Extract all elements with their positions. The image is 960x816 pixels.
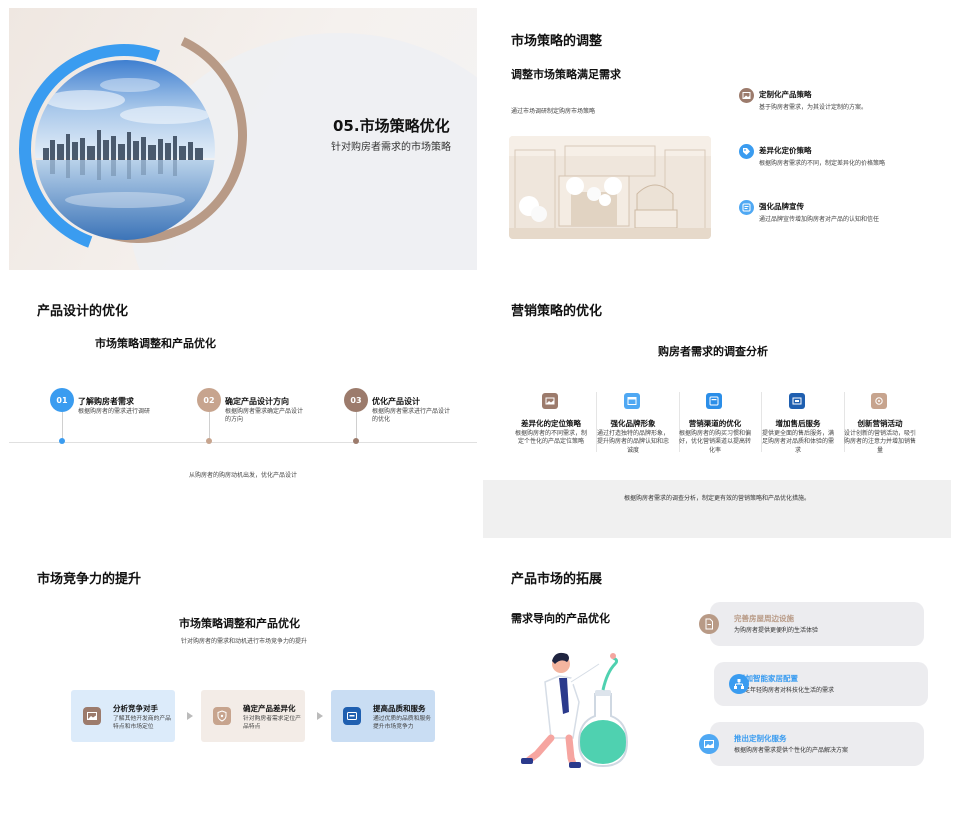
- image-icon: [83, 707, 101, 725]
- step-desc: 根据购房者需求确定产品设计的方向: [225, 408, 304, 424]
- card-desc: 了解其他开发商的产品特点和市场定位: [113, 716, 171, 731]
- slide-subtitle: 调整市场策略满足需求: [511, 68, 621, 81]
- price-tag-icon: [739, 144, 754, 159]
- column-name: 增加售后服务: [775, 419, 821, 428]
- column-name: 创新营销活动: [857, 419, 903, 428]
- feature-name: 推出定制化服务: [734, 734, 787, 743]
- card-name: 分析竞争对手: [113, 704, 158, 713]
- slide-marketing-strategy: 营销策略的优化 购房者需求的调查分析 差异化的定位策略 根据购房者的不同需求，制…: [483, 280, 951, 542]
- timeline-stem: [208, 412, 210, 440]
- column-desc: 根据购房者的购买习惯和偏好，优化营销渠道以提高转化率: [678, 430, 751, 454]
- slide-subtitle: 市场策略调整和产品优化: [179, 617, 300, 630]
- card-desc: 针对购房者需求定位产品特点: [243, 716, 301, 731]
- strategy-name: 强化品牌宣传: [759, 202, 804, 211]
- timeline-dot: [59, 438, 65, 444]
- cover-title: 05.市场策略优化: [333, 117, 450, 135]
- service-icon: [789, 393, 805, 409]
- step-number: 01: [50, 388, 74, 412]
- scientist-illustration: [515, 642, 635, 772]
- analysis-column: 创新营销活动 设计创新的营销活动，吸引购房者的注意力并增加销售量: [838, 390, 922, 465]
- column-name: 差异化的定位策略: [521, 419, 581, 428]
- slide-subtitle: 需求导向的产品优化: [511, 612, 610, 625]
- interior-photo: [509, 136, 711, 239]
- process-card: 提高品质和服务 通过优质的品质和服务提升市场竞争力: [331, 690, 435, 742]
- slide-subtitle: 购房者需求的调查分析: [658, 345, 768, 358]
- card-name: 确定产品差异化: [243, 704, 296, 713]
- arrow-right-icon: [187, 712, 193, 720]
- channel-icon: [706, 393, 722, 409]
- image-icon: [739, 88, 754, 103]
- feature-desc: 为购房者提供更便利的生活体验: [734, 627, 819, 634]
- timeline-step: 03 优化产品设计 根据购房者需求进行产品设计的优化: [344, 388, 477, 448]
- slide-competitiveness: 市场竞争力的提升 市场策略调整和产品优化 针对购房者的需求和动机进行市场竞争力的…: [9, 552, 477, 814]
- column-desc: 提供更全面的售后服务，满足购房者对品质和体验的需求: [761, 430, 834, 454]
- card-name: 提高品质和服务: [373, 704, 426, 713]
- step-desc: 根据购房者需求进行产品设计的优化: [372, 408, 451, 424]
- step-name: 优化产品设计: [372, 397, 420, 406]
- step-name: 了解购房者需求: [78, 397, 134, 406]
- step-number: 03: [344, 388, 368, 412]
- slide-cover: 05.市场策略优化 针对购房者需求的市场策略: [9, 8, 477, 270]
- slide-title: 产品市场的拓展: [511, 572, 603, 587]
- strategy-name: 差异化定价策略: [759, 146, 812, 155]
- shield-icon: [213, 707, 231, 725]
- process-card: 确定产品差异化 针对购房者需求定位产品特点: [201, 690, 305, 742]
- summary-text: 根据购房者需求的调查分析，制定更有效的营销策略和产品优化措施。: [623, 495, 810, 502]
- strategy-desc: 根据购房者需求的不同，制定差异化的价格策略: [759, 160, 886, 167]
- column-name: 强化品牌形象: [610, 419, 656, 428]
- card-desc: 通过优质的品质和服务提升市场竞争力: [373, 716, 431, 731]
- slide-subtitle: 市场策略调整和产品优化: [95, 337, 216, 350]
- step-name: 确定产品设计方向: [225, 397, 289, 406]
- column-desc: 通过打造独特的品牌形象，提升购房者的品牌认知和忠诚度: [596, 430, 669, 454]
- analysis-column: 增加售后服务 提供更全面的售后服务，满足购房者对品质和体验的需求: [756, 390, 840, 465]
- image-icon: [699, 734, 719, 754]
- image-icon: [542, 393, 558, 409]
- timeline-stem: [61, 412, 63, 440]
- column-desc: 根据购房者的不同需求，制定个性化的产品定位策略: [514, 430, 587, 446]
- strategy-desc: 通过品牌宣传增加购房者对产品的认知和信任: [759, 216, 880, 223]
- slide-title: 市场竞争力的提升: [37, 572, 142, 587]
- slide-title: 市场策略的调整: [511, 34, 603, 49]
- service-icon: [343, 707, 361, 725]
- analysis-column: 差异化的定位策略 根据购房者的不同需求，制定个性化的产品定位策略: [509, 390, 593, 465]
- document-icon: [699, 614, 719, 634]
- feature-card: 推出定制化服务 根据购房者需求提供个性化的产品解决方案: [710, 722, 924, 766]
- city-skyline-photo: [35, 60, 215, 240]
- timeline-step: 02 确定产品设计方向 根据购房者需求确定产品设计的方向: [197, 388, 337, 448]
- feature-name: 完善房屋周边设施: [734, 614, 794, 623]
- slide-title: 营销策略的优化: [511, 304, 603, 319]
- window-icon: [624, 393, 640, 409]
- timeline-step: 01 了解购房者需求 根据购房者的需求进行调研: [50, 388, 190, 448]
- column-desc: 设计创新的营销活动，吸引购房者的注意力并增加销售量: [843, 430, 916, 454]
- feature-desc: 根据购房者需求提供个性化的产品解决方案: [734, 747, 849, 754]
- cover-subtitle: 针对购房者需求的市场策略: [331, 142, 451, 153]
- feature-card: 完善房屋周边设施 为购房者提供更便利的生活体验: [710, 602, 924, 646]
- summary-box: [483, 480, 951, 538]
- strategy-name: 定制化产品策略: [759, 90, 812, 99]
- slide-title: 产品设计的优化: [37, 304, 129, 319]
- analysis-column: 强化品牌形象 通过打造独特的品牌形象，提升购房者的品牌认知和忠诚度: [591, 390, 675, 465]
- step-number: 02: [197, 388, 221, 412]
- slide-caption: 从购房者的购房动机出发，优化产品设计: [189, 472, 298, 479]
- slide-caption: 针对购房者的需求和动机进行市场竞争力的提升: [181, 638, 308, 645]
- slide-market-strategy: 市场策略的调整 调整市场策略满足需求 通过市场调研制定购房市场策略 定制化产品策…: [483, 8, 951, 270]
- megaphone-icon: [739, 200, 754, 215]
- target-icon: [871, 393, 887, 409]
- analysis-column: 营销渠道的优化 根据购房者的购买习惯和偏好，优化营销渠道以提高转化率: [673, 390, 757, 465]
- timeline-stem: [355, 412, 357, 440]
- process-card: 分析竞争对手 了解其他开发商的产品特点和市场定位: [71, 690, 175, 742]
- slide-caption: 通过市场调研制定购房市场策略: [511, 108, 596, 115]
- timeline-dot: [206, 438, 212, 444]
- slide-market-expansion: 产品市场的拓展 需求导向的产品优化 完善房屋周边设施 为购房者提供更便利的生活体…: [483, 552, 951, 814]
- strategy-desc: 基于购房者需求，为其设计定制的方案。: [759, 104, 868, 111]
- arrow-right-icon: [317, 712, 323, 720]
- step-desc: 根据购房者的需求进行调研: [78, 408, 151, 415]
- timeline-dot: [353, 438, 359, 444]
- column-name: 营销渠道的优化: [688, 419, 742, 428]
- slide-product-design: 产品设计的优化 市场策略调整和产品优化 01 了解购房者需求 根据购房者的需求进…: [9, 280, 477, 542]
- feature-desc: 满足年轻购房者对科技化生活的需求: [738, 687, 835, 694]
- network-icon: [729, 674, 749, 694]
